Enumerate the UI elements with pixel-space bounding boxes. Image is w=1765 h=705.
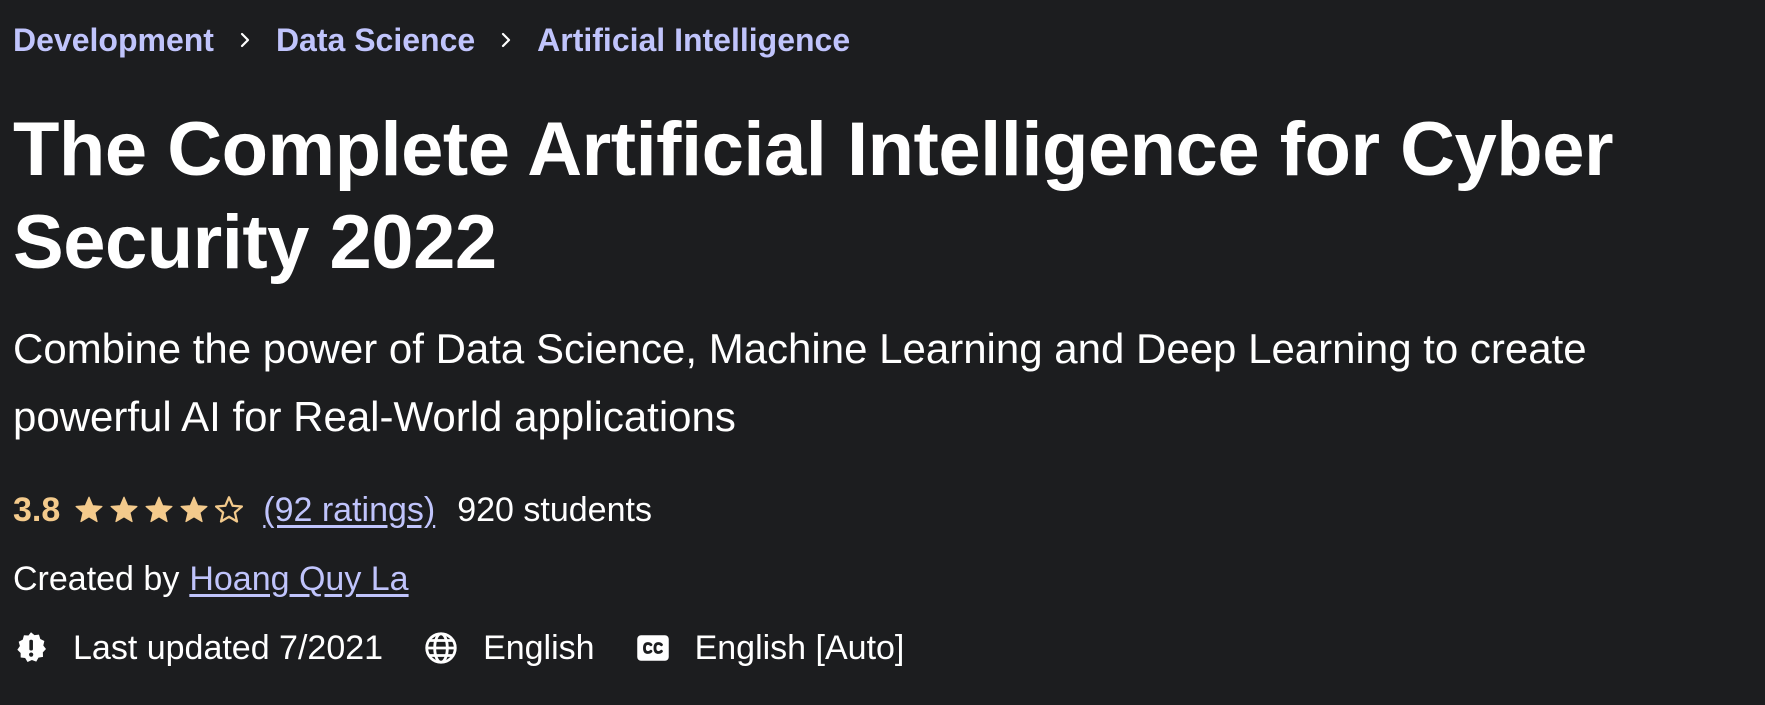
course-language: English [423,629,595,668]
language-text: English [483,628,595,667]
students-count: 920 students [457,490,652,529]
alert-badge-icon [13,630,49,666]
breadcrumb: Development Data Science Artificial Inte… [13,20,850,60]
star-icon [215,496,244,523]
course-subtitle: Combine the power of Data Science, Machi… [13,325,1587,440]
breadcrumb-item-artificial-intelligence[interactable]: Artificial Intelligence [537,22,850,59]
star-icon [145,496,173,523]
course-meta-row: Last updated 7/2021 English English [Aut… [13,625,944,671]
globe-icon [423,630,459,666]
instructor-link[interactable]: Hoang Quy La [189,560,408,599]
last-updated: Last updated 7/2021 [13,629,383,668]
created-by-row: Created by Hoang Quy La [13,557,409,601]
chevron-right-icon [214,30,276,50]
star-icon [75,496,103,523]
rating-row: 3.8 (92 ratings) 920 students [13,488,652,532]
last-updated-text: Last updated 7/2021 [73,628,384,667]
captions-text: English [Auto] [694,628,905,667]
chevron-right-icon [475,30,537,50]
created-by-label: Created by [13,559,180,598]
closed-captions-icon [635,630,671,666]
breadcrumb-item-development[interactable]: Development [13,22,214,59]
rating-value: 3.8 [13,490,61,529]
star-icon [110,496,138,523]
ratings-count-link[interactable]: (92 ratings) [263,491,435,530]
star-icon [180,496,208,523]
breadcrumb-item-data-science[interactable]: Data Science [276,22,475,59]
course-title: The Complete Artificial Intelligence for… [13,107,1614,285]
course-captions: English [Auto] [635,628,905,668]
star-rating [74,495,249,525]
